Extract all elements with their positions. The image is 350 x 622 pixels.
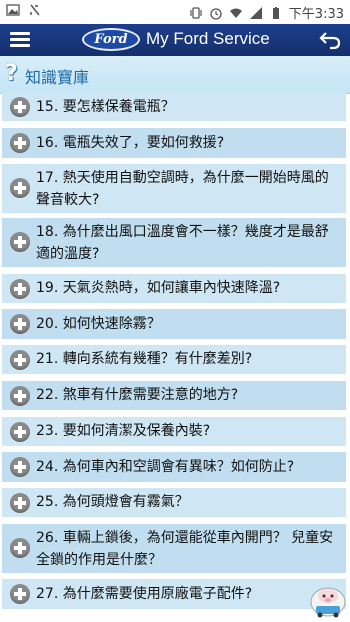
expand-plus-icon bbox=[10, 279, 30, 299]
expand-plus-icon bbox=[10, 314, 30, 334]
faq-item-label: 20. 如何快速除霧？ bbox=[36, 316, 161, 332]
signal-icon bbox=[249, 6, 262, 19]
faq-item-19[interactable]: 19. 天氣炎熱時，如何讓車內快速降溫? bbox=[2, 274, 346, 304]
section-title: 知識寶庫 bbox=[25, 68, 90, 87]
app-title: My Ford Service bbox=[146, 29, 270, 48]
mascot-sticker-icon bbox=[310, 587, 346, 618]
faq-item-20[interactable]: 20. 如何快速除霧？ bbox=[2, 309, 346, 340]
battery-icon bbox=[272, 6, 279, 19]
faq-item-label: 22. 煞車有什麼需要注意的地方? bbox=[36, 387, 239, 403]
expand-plus-icon bbox=[10, 584, 30, 604]
ford-logo: Ford bbox=[82, 28, 140, 51]
status-time: 下午3:33 bbox=[288, 7, 344, 22]
faq-item-27[interactable]: 27. 為什麼需要使用原廠電子配件? bbox=[2, 579, 346, 610]
faq-item-label: 16. 電瓶失效了，要如何救援? bbox=[36, 135, 225, 151]
faq-item-label: 15. 要怎樣保養電瓶？ bbox=[36, 99, 175, 115]
expand-plus-icon bbox=[10, 97, 30, 117]
menu-icon[interactable] bbox=[10, 31, 30, 49]
expand-plus-icon bbox=[10, 457, 30, 477]
expand-plus-icon bbox=[10, 232, 30, 252]
faq-item-24[interactable]: 24. 為何車內和空調會有異味？如何防止? bbox=[2, 452, 346, 483]
status-bar: 下午3:33 bbox=[0, 0, 350, 24]
question-icon: ? bbox=[5, 61, 18, 86]
expand-plus-icon bbox=[10, 422, 30, 442]
faq-item-22[interactable]: 22. 煞車有什麼需要注意的地方? bbox=[2, 381, 346, 411]
expand-plus-icon bbox=[10, 538, 30, 558]
expand-plus-icon bbox=[10, 133, 30, 153]
faq-item-18[interactable]: 18. 為什麼出風口溫度會不一樣？幾度才是最舒適的溫度? bbox=[2, 218, 346, 268]
faq-item-17[interactable]: 17. 熱天使用自動空調時，為什麼一開始時風的聲音較大? bbox=[2, 164, 346, 214]
faq-item-21[interactable]: 21. 轉向系統有幾種？有什麼差別? bbox=[2, 345, 346, 375]
faq-item-label: 21. 轉向系統有幾種？有什麼差別? bbox=[36, 351, 253, 367]
faq-item-label: 19. 天氣炎熱時，如何讓車內快速降溫? bbox=[36, 280, 281, 296]
faq-item-label: 18. 為什麼出風口溫度會不一樣？幾度才是最舒適的溫度? bbox=[36, 224, 329, 262]
status-right-icons: 下午3:33 bbox=[189, 3, 344, 22]
usb-icon bbox=[30, 4, 40, 16]
faq-item-15[interactable]: 15. 要怎樣保養電瓶？ bbox=[2, 93, 346, 122]
app-bar: Ford My Ford Service bbox=[0, 24, 350, 57]
faq-item-label: 17. 熱天使用自動空調時，為什麼一開始時風的聲音較大? bbox=[36, 170, 329, 208]
faq-item-26[interactable]: 26. 車輛上鎖後，為何還能從車內開門？ 兒童安全鎖的作用是什麼？ bbox=[2, 524, 346, 574]
faq-item-label: 24. 為何車內和空調會有異味？如何防止? bbox=[36, 459, 295, 475]
faq-item-label: 26. 車輛上鎖後，為何還能從車內開門？ 兒童安全鎖的作用是什麼？ bbox=[36, 530, 334, 568]
expand-plus-icon bbox=[10, 386, 30, 406]
faq-item-23[interactable]: 23. 要如何清潔及保養內裝? bbox=[2, 417, 346, 447]
faq-item-16[interactable]: 16. 電瓶失效了，要如何救援? bbox=[2, 128, 346, 159]
faq-item-label: 23. 要如何清潔及保養內裝? bbox=[36, 423, 211, 439]
back-icon[interactable] bbox=[318, 30, 342, 50]
expand-plus-icon bbox=[10, 493, 30, 513]
alarm-icon bbox=[210, 7, 222, 20]
image-icon bbox=[6, 4, 20, 16]
faq-item-label: 25. 為何頭燈會有霧氣？ bbox=[36, 494, 189, 510]
faq-item-label: 27. 為什麼需要使用原廠電子配件? bbox=[36, 586, 253, 602]
section-header: ? 知識寶庫 bbox=[0, 56, 350, 94]
faq-item-25[interactable]: 25. 為何頭燈會有霧氣？ bbox=[2, 488, 346, 518]
status-left-icons bbox=[6, 3, 42, 17]
wifi-icon bbox=[229, 8, 242, 18]
expand-plus-icon bbox=[10, 178, 30, 198]
vibrate-icon bbox=[190, 6, 202, 19]
expand-plus-icon bbox=[10, 350, 30, 370]
